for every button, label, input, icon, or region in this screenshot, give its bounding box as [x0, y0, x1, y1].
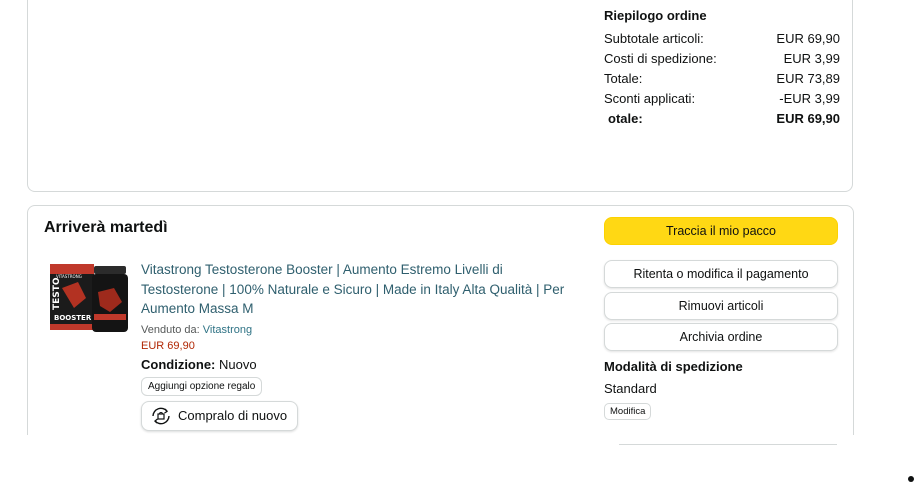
- shipping-method-value: Standard: [604, 381, 657, 396]
- condition: Condizione: Nuovo: [141, 357, 581, 372]
- summary-value: EUR 73,89: [776, 71, 840, 86]
- buy-again-button[interactable]: Compralo di nuovo: [141, 400, 299, 431]
- seller-line: Venduto da: Vitastrong: [141, 324, 581, 336]
- order-summary: Riepilogo ordine Subtotale articoli: EUR…: [604, 8, 840, 129]
- retry-payment-button[interactable]: Ritenta o modifica il pagamento: [604, 260, 838, 288]
- summary-label: Subtotale articoli:: [604, 31, 704, 46]
- delivery-heading: Arriverà martedì: [44, 219, 168, 236]
- summary-row-subtotal: Subtotale articoli: EUR 69,90: [604, 29, 840, 49]
- product-image-label: BOOSTER: [54, 314, 92, 322]
- condition-value: Nuovo: [215, 356, 257, 372]
- sold-by-label: Venduto da:: [141, 323, 203, 336]
- summary-value: -EUR 3,99: [779, 91, 840, 106]
- remove-items-button[interactable]: Rimuovi articoli: [604, 292, 838, 320]
- buy-again-label: Compralo di nuovo: [178, 408, 288, 423]
- summary-row-shipping: Costi di spedizione: EUR 3,99: [604, 49, 840, 69]
- condition-label: Condizione:: [141, 356, 216, 372]
- summary-row-total: Totale: EUR 73,89: [604, 69, 840, 89]
- summary-label: Costi di spedizione:: [604, 51, 717, 66]
- summary-value: EUR 69,90: [776, 31, 840, 46]
- summary-label: Totale:: [604, 71, 643, 86]
- summary-row-discounts: Sconti applicati: -EUR 3,99: [604, 89, 840, 109]
- divider: [619, 444, 837, 445]
- summary-label: Sconti applicati:: [604, 91, 696, 106]
- buy-again-icon: [152, 407, 170, 424]
- archive-order-button[interactable]: Archivia ordine: [604, 323, 838, 351]
- add-gift-option-button[interactable]: Aggiungi opzione regalo: [141, 376, 263, 396]
- summary-row-grand-total: otale: EUR 69,90: [604, 109, 840, 129]
- product-image-title: TESTO: [52, 277, 62, 310]
- summary-value: EUR 3,99: [783, 51, 840, 66]
- edit-shipping-button[interactable]: Modifica: [604, 403, 652, 420]
- grand-total-value: EUR 69,90: [776, 111, 840, 126]
- order-summary-title: Riepilogo ordine: [604, 8, 707, 23]
- grand-total-label: otale:: [608, 111, 643, 126]
- product-image[interactable]: VITASTRONG BOOSTER TESTO: [48, 258, 130, 336]
- track-package-button[interactable]: Traccia il mio pacco: [604, 217, 838, 245]
- product-title-link[interactable]: Vitastrong Testosterone Booster | Aument…: [141, 260, 581, 319]
- product-price: EUR 69,90: [141, 339, 195, 352]
- product-info: Vitastrong Testosterone Booster | Aument…: [141, 260, 581, 431]
- shipping-method-heading: Modalità di spedizione: [604, 359, 743, 374]
- seller-link[interactable]: Vitastrong: [203, 324, 252, 336]
- cursor-dot: [908, 476, 914, 482]
